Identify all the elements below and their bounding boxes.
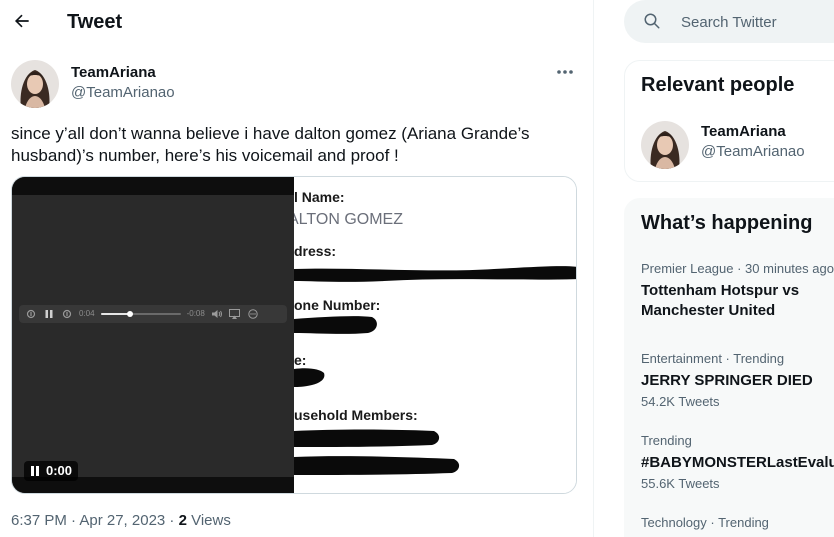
avatar[interactable] <box>11 60 59 108</box>
forward-icon <box>62 309 72 319</box>
views-label: Views <box>186 512 231 529</box>
trend-title-line2: Manchester United <box>641 302 776 319</box>
views-count: 2 <box>178 512 187 529</box>
video-letterbox-top <box>12 177 294 195</box>
video-player[interactable]: 0:04 -0:08 0:00 <box>12 177 294 493</box>
avatar[interactable] <box>641 121 689 169</box>
trend-context: Premier League · 30 minutes ago <box>641 261 834 276</box>
search-bar[interactable] <box>624 0 834 43</box>
back-button[interactable] <box>11 10 33 32</box>
ellipsis-circle-icon <box>248 309 258 319</box>
options-button[interactable] <box>247 308 259 320</box>
relevant-people-card: Relevant people TeamAriana @TeamArianao <box>624 60 834 182</box>
tweet-column: Tweet TeamAriana @TeamArianao since y’al… <box>0 0 594 537</box>
video-play-pill[interactable]: 0:00 <box>24 461 79 481</box>
remaining-time: -0:08 <box>186 309 205 318</box>
progress-fill <box>100 313 131 315</box>
tweet-meta: 6:37 PM · Apr 27, 2023 · 2 Views <box>11 512 231 530</box>
skip-back-button[interactable] <box>25 308 37 320</box>
trend-context: Technology · Trending <box>641 515 769 530</box>
trend-item[interactable]: Trending #BABYMONSTERLastEvaluation 55.6… <box>641 433 834 492</box>
page-title: Tweet <box>67 11 123 33</box>
trend-title: Tottenham Hotspur vs <box>641 282 800 299</box>
person-handle[interactable]: @TeamArianao <box>701 143 805 161</box>
redaction-marks <box>294 266 576 475</box>
search-input[interactable] <box>681 11 834 33</box>
proof-document-image: l Name: ALTON GOMEZ dress: one Number: e… <box>294 177 576 493</box>
volume-button[interactable] <box>211 308 223 320</box>
airplay-button[interactable] <box>229 308 241 320</box>
trend-context: Entertainment · Trending <box>641 351 785 366</box>
person-name[interactable]: TeamAriana <box>701 123 786 141</box>
pause-icon <box>45 310 53 318</box>
whats-happening-title: What’s happening <box>641 212 813 234</box>
tweet-media[interactable]: 0:04 -0:08 0:00 l Name: ALTON GOMEZ dres… <box>11 176 577 494</box>
trend-count: 54.2K Tweets <box>641 394 720 409</box>
audio-controls: 0:04 -0:08 <box>19 305 287 323</box>
progress-scrubber[interactable] <box>100 311 181 317</box>
skip-forward-button[interactable] <box>61 308 73 320</box>
trend-item[interactable]: Premier League · 30 minutes ago Tottenha… <box>641 261 834 321</box>
tweet-header: Tweet <box>0 0 593 44</box>
whats-happening-card: What’s happening Premier League · 30 min… <box>624 198 834 537</box>
airplay-icon <box>229 309 241 319</box>
tweet-text: since y’all don’t wanna believe i have d… <box>11 124 530 165</box>
author-name[interactable]: TeamAriana <box>71 64 156 82</box>
trend-title: JERRY SPRINGER DIED <box>641 372 813 389</box>
arrow-left-icon <box>14 14 29 28</box>
video-time: 0:00 <box>46 463 73 478</box>
author-handle[interactable]: @TeamArianao <box>71 84 175 102</box>
pause-button[interactable] <box>43 308 55 320</box>
trend-item[interactable]: Entertainment · Trending JERRY SPRINGER … <box>641 351 834 410</box>
volume-icon <box>211 310 222 318</box>
trend-title: #BABYMONSTERLastEvaluation <box>641 454 834 471</box>
trend-item[interactable]: Technology · Trending <box>641 515 834 531</box>
trend-context: Trending <box>641 433 692 448</box>
trend-count: 55.6K Tweets <box>641 476 720 491</box>
pause-icon <box>31 466 39 476</box>
search-icon <box>644 13 660 29</box>
rewind-icon <box>26 309 36 319</box>
tweet-timestamp[interactable]: 6:37 PM · Apr 27, 2023 · <box>11 512 179 529</box>
relevant-people-title: Relevant people <box>641 74 795 96</box>
more-horizontal-icon <box>557 70 573 74</box>
more-button[interactable] <box>553 62 577 82</box>
progress-knob[interactable] <box>127 311 134 317</box>
elapsed-time: 0:04 <box>79 309 95 318</box>
tweet-author: TeamAriana @TeamArianao <box>11 60 579 110</box>
